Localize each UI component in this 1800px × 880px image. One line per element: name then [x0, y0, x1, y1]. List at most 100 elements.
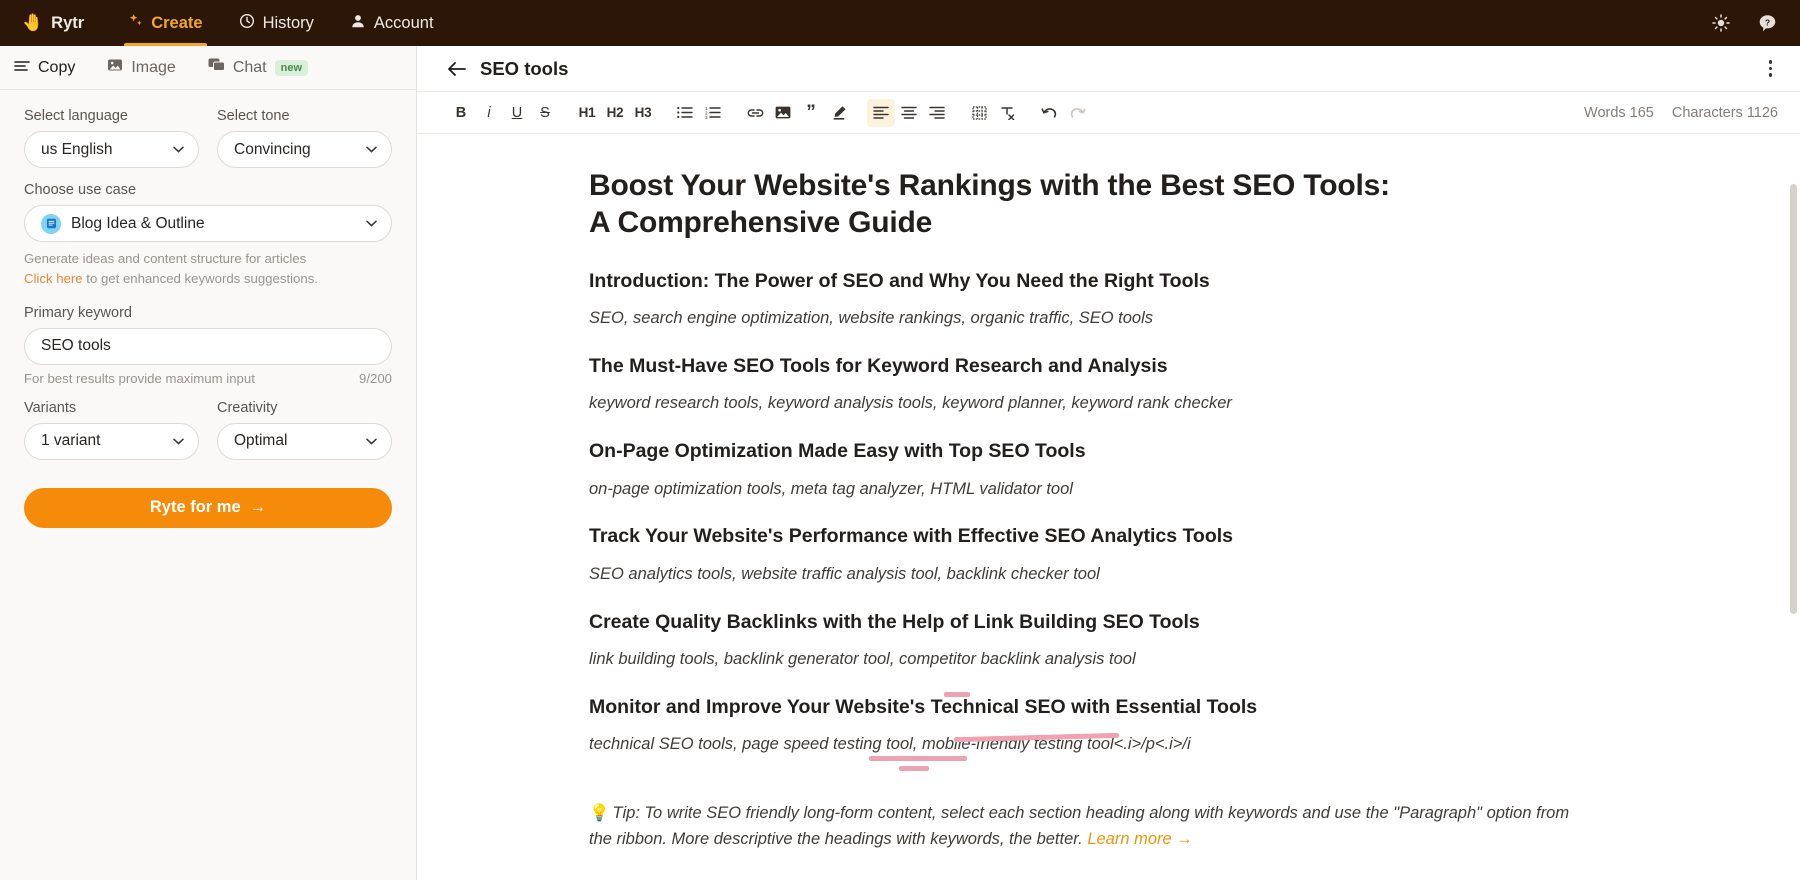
clock-history-icon — [239, 13, 255, 34]
nav-label-account: Account — [373, 13, 434, 32]
ryte-button-label: Ryte for me — [149, 498, 241, 517]
document-title: SEO tools — [480, 57, 569, 79]
tab-copy-label: Copy — [38, 58, 76, 76]
nav-item-account[interactable]: Account — [332, 0, 452, 46]
brand-logo[interactable]: 🤚 Rytr — [0, 0, 110, 46]
link-button[interactable] — [741, 99, 769, 127]
section-keywords: SEO, search engine optimization, website… — [589, 309, 1154, 328]
content-section: Introduction: The Power of SEO and Why Y… — [589, 268, 1689, 331]
nav-right-actions: ? — [1711, 0, 1800, 46]
tab-copy[interactable]: Copy — [0, 46, 91, 89]
help-bubble-icon[interactable]: ? — [1757, 13, 1778, 34]
tone-select[interactable]: Convincing — [217, 131, 392, 168]
content-section: On-Page Optimization Made Easy with Top … — [589, 438, 1689, 501]
tab-image[interactable]: Image — [91, 46, 191, 89]
chevron-down-icon — [366, 438, 377, 445]
highlighter-button[interactable] — [825, 99, 853, 127]
back-arrow-icon[interactable] — [447, 61, 466, 77]
creativity-value: Optimal — [234, 432, 288, 450]
ryte-for-me-button[interactable]: Ryte for me → — [24, 487, 392, 528]
nav-item-create[interactable]: Create — [110, 0, 220, 46]
undo-button[interactable] — [1035, 99, 1063, 127]
person-icon — [350, 13, 366, 34]
tab-chat[interactable]: Chat new — [192, 46, 324, 89]
svg-text:3: 3 — [705, 115, 708, 119]
top-navigation-bar: 🤚 Rytr Create History Account ? — [0, 0, 1800, 46]
mode-tabs: Copy Image Chat new — [0, 46, 416, 90]
chevron-down-icon — [366, 220, 377, 227]
sun-icon[interactable] — [1711, 13, 1731, 33]
nav-label-create: Create — [151, 13, 203, 32]
insert-table-button[interactable] — [965, 99, 993, 127]
numbered-list-button[interactable]: 123 — [699, 99, 727, 127]
heading-3-button[interactable]: H3 — [629, 99, 657, 127]
section-heading: Monitor and Improve Your Website's Techn… — [589, 695, 1258, 718]
align-right-button[interactable] — [923, 99, 951, 127]
field-language: Select language us English — [24, 108, 199, 168]
redo-button[interactable] — [1063, 99, 1091, 127]
editor-scrollbar-thumb[interactable] — [1790, 184, 1797, 614]
language-select[interactable]: us English — [24, 131, 199, 168]
kebab-menu-icon[interactable] — [1763, 54, 1779, 83]
click-here-link[interactable]: Click here — [24, 271, 83, 286]
content-section: Track Your Website's Performance with Ef… — [589, 523, 1689, 586]
field-creativity: Creativity Optimal — [217, 400, 392, 460]
content-title: Boost Your Website's Rankings with the B… — [589, 169, 1390, 239]
underline-button[interactable]: U — [503, 99, 531, 127]
learn-more-link[interactable]: Learn more → — [1087, 830, 1192, 848]
variants-select[interactable]: 1 variant — [24, 422, 199, 460]
section-keywords: keyword research tools, keyword analysis… — [589, 394, 1232, 413]
section-heading: On-Page Optimization Made Easy with Top … — [589, 440, 1086, 463]
chevron-down-icon — [173, 438, 184, 445]
editor-scrollbar-track[interactable] — [1790, 184, 1797, 874]
section-heading: The Must-Have SEO Tools for Keyword Rese… — [589, 355, 1168, 378]
image-button[interactable] — [769, 99, 797, 127]
language-value: us English — [41, 140, 113, 158]
creativity-label: Creativity — [217, 399, 278, 416]
bold-button[interactable]: B — [447, 99, 475, 127]
heading-1-button[interactable]: H1 — [573, 99, 601, 127]
nav-item-history[interactable]: History — [221, 0, 332, 46]
hand-logo-icon: 🤚 — [22, 13, 44, 32]
editor-panel: SEO tools B i U S H1 H2 H3 123 ” Words 1… — [417, 46, 1800, 880]
language-label: Select language — [24, 108, 128, 124]
language-tone-row: Select language us English Select tone C… — [24, 108, 392, 182]
use-case-description: Generate ideas and content structure for… — [24, 251, 307, 266]
sparkle-icon — [128, 13, 143, 33]
chat-new-badge: new — [274, 59, 309, 76]
editor-tip: 💡 Tip: To write SEO friendly long-form co… — [589, 801, 1579, 852]
heading-2-button[interactable]: H2 — [601, 99, 629, 127]
use-case-select[interactable]: Blog Idea & Outline — [24, 205, 392, 242]
word-character-counts: Words 165 Characters 1126 — [1584, 105, 1778, 121]
annotation-mark-heading — [944, 691, 970, 697]
annotation-mark-underline — [899, 765, 929, 771]
sidebar-panel: Copy Image Chat new Select language us E… — [0, 46, 417, 880]
strikethrough-button[interactable]: S — [531, 99, 559, 127]
variants-label: Variants — [24, 399, 77, 416]
clear-formatting-button[interactable] — [993, 99, 1021, 127]
editor-canvas[interactable]: Boost Your Website's Rankings with the B… — [417, 134, 1800, 880]
blockquote-button[interactable]: ” — [797, 99, 825, 127]
document-blue-icon — [41, 213, 61, 234]
content-section: The Must-Have SEO Tools for Keyword Rese… — [589, 353, 1689, 416]
characters-count: Characters 1126 — [1671, 104, 1778, 121]
field-variants: Variants 1 variant — [24, 400, 199, 460]
lightbulb-icon: 💡 — [589, 804, 610, 823]
primary-keyword-label: Primary keyword — [24, 304, 132, 321]
words-count: Words 165 — [1584, 104, 1654, 121]
chevron-down-icon — [173, 146, 184, 153]
primary-keyword-meta: For best results provide maximum input 9… — [24, 371, 392, 386]
editor-toolbar: B i U S H1 H2 H3 123 ” Words 165 Charact… — [417, 92, 1800, 134]
document-content[interactable]: Boost Your Website's Rankings with the B… — [589, 134, 1689, 880]
tab-chat-label: Chat — [232, 58, 267, 76]
section-heading: Track Your Website's Performance with Ef… — [589, 525, 1234, 548]
align-left-button[interactable] — [867, 98, 895, 127]
bullet-list-button[interactable] — [671, 99, 699, 127]
section-keywords: technical SEO tools, page speed testing … — [589, 735, 1191, 754]
primary-keyword-input[interactable]: SEO tools — [24, 327, 392, 365]
italic-button[interactable]: i — [475, 99, 503, 127]
creativity-select[interactable]: Optimal — [217, 422, 392, 460]
align-center-button[interactable] — [895, 99, 923, 127]
annotation-mark-bottom — [869, 756, 967, 761]
app-body: Copy Image Chat new Select language us E… — [0, 46, 1800, 880]
